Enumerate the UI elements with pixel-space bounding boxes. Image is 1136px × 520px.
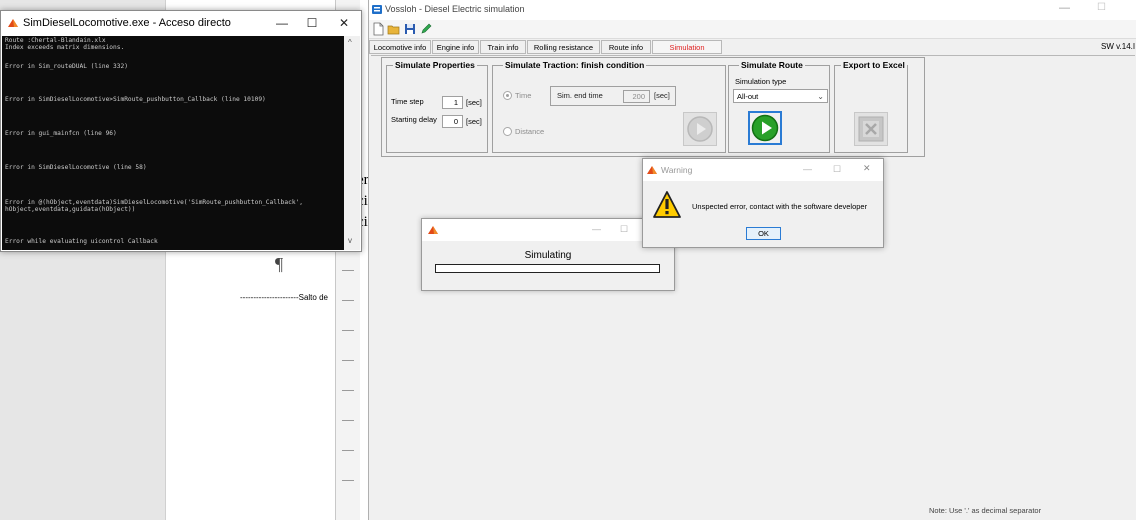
maximize-button[interactable]: ☐ — [1097, 2, 1106, 13]
console-line: Index exceeds matrix dimensions. — [5, 44, 125, 51]
open-folder-icon[interactable] — [387, 22, 401, 36]
scroll-up-icon[interactable]: ^ — [348, 38, 352, 47]
starting-delay-unit: [sec] — [466, 117, 482, 126]
minimize-button[interactable]: — — [1059, 2, 1070, 14]
console-line: Error in SimDieselLocomotive (line 58) — [5, 164, 147, 171]
starting-delay-input[interactable]: 0 — [442, 115, 463, 128]
console-titlebar[interactable]: SimDieselLocomotive.exe - Acceso directo… — [1, 11, 361, 36]
sim-end-time-unit: [sec] — [654, 91, 670, 100]
simulate-traction-button[interactable] — [683, 112, 717, 146]
tab-rolling-resistance[interactable]: Rolling resistance — [527, 40, 600, 54]
console-scrollbar[interactable]: ^ v — [344, 36, 360, 250]
simulate-route-group: Simulate Route Simulation type All-out ⌄ — [728, 60, 830, 153]
new-file-icon[interactable] — [371, 22, 385, 36]
console-output: Route :Chertal-Blandain.xlx Index exceed… — [2, 36, 344, 250]
export-to-excel-group: Export to Excel — [834, 60, 908, 153]
time-step-input[interactable]: 1 — [442, 96, 463, 109]
sim-end-time-label: Sim. end time — [557, 91, 603, 100]
scroll-down-icon[interactable]: v — [348, 236, 352, 245]
save-icon[interactable] — [403, 22, 417, 36]
ok-button[interactable]: OK — [746, 227, 781, 240]
maximize-button[interactable]: ☐ — [620, 224, 628, 235]
sim-end-time-input[interactable]: 200 — [623, 90, 650, 103]
matlab-app-icon — [647, 166, 657, 174]
simulate-route-button[interactable] — [748, 111, 782, 145]
group-title: Simulate Properties — [393, 60, 477, 70]
software-version: SW v.14.I — [1101, 42, 1136, 51]
window-title: Vossloh - Diesel Electric simulation — [385, 4, 525, 14]
simulate-traction-group: Simulate Traction: finish condition Time… — [492, 60, 726, 153]
distance-radio-label: Distance — [515, 127, 545, 136]
time-step-unit: [sec] — [466, 98, 482, 107]
sim-end-time-box: Sim. end time 200 [sec] — [550, 86, 676, 106]
simulation-type-value: All-out — [737, 92, 759, 101]
tab-locomotive-info[interactable]: Locomotive info — [369, 40, 431, 54]
export-excel-button[interactable] — [854, 112, 888, 146]
tab-engine-info[interactable]: Engine info — [432, 40, 479, 54]
time-step-label: Time step — [391, 97, 424, 106]
simulation-panel: Simulate Properties Time step 1 [sec] St… — [381, 57, 925, 157]
play-icon — [751, 114, 779, 142]
console-line: Error in Sim_routeDUAL (line 332) — [5, 63, 128, 70]
matlab-app-icon — [428, 226, 438, 234]
console-line: Error while evaluating uicontrol Callbac… — [5, 238, 158, 245]
tab-simulation[interactable]: Simulation — [652, 40, 722, 54]
group-title: Simulate Traction: finish condition — [503, 60, 647, 70]
console-window: SimDieselLocomotive.exe - Acceso directo… — [0, 10, 362, 252]
decimal-separator-note: Note: Use '.' as decimal separator — [929, 506, 1042, 515]
distance-radio[interactable] — [503, 127, 512, 136]
chevron-down-icon: ⌄ — [817, 92, 824, 101]
simulation-type-select[interactable]: All-out ⌄ — [733, 89, 828, 103]
page-break-marker: ----------------------Salto de — [240, 293, 328, 302]
simulating-label: Simulating — [524, 250, 572, 261]
dialog-titlebar[interactable]: — ☐ — [422, 219, 674, 241]
main-titlebar[interactable]: Vossloh - Diesel Electric simulation — ☐ — [369, 0, 1136, 20]
dialog-titlebar[interactable]: Warning — ☐ ✕ — [643, 159, 883, 181]
console-line: Error in gui_mainfcn (line 96) — [5, 130, 117, 137]
edit-pen-icon[interactable] — [419, 22, 433, 36]
close-button[interactable]: ✕ — [331, 14, 357, 32]
console-title: SimDieselLocomotive.exe - Acceso directo — [23, 17, 231, 29]
tab-route-info[interactable]: Route info — [601, 40, 651, 54]
toolbar — [369, 20, 1136, 39]
minimize-button[interactable]: — — [592, 224, 601, 234]
maximize-button[interactable]: ☐ — [299, 14, 325, 32]
maximize-button[interactable]: ☐ — [833, 164, 841, 175]
group-title: Simulate Route — [739, 60, 805, 70]
time-radio[interactable] — [503, 91, 512, 100]
simulating-dialog: — ☐ Simulating — [421, 218, 675, 291]
dialog-title: Warning — [661, 165, 693, 175]
matlab-app-icon — [8, 19, 18, 27]
simulate-properties-group: Simulate Properties Time step 1 [sec] St… — [386, 60, 488, 153]
app-icon — [372, 5, 382, 14]
excel-icon — [858, 116, 884, 142]
warning-dialog: Warning — ☐ ✕ Unspected error, contact w… — [642, 158, 884, 248]
warning-icon — [653, 191, 681, 218]
console-line: Error in SimDieselLocomotive>SimRoute_pu… — [5, 96, 266, 103]
minimize-button[interactable]: — — [269, 14, 295, 32]
tab-strip: Locomotive info Engine info Train info R… — [369, 40, 1136, 56]
minimize-button[interactable]: — — [803, 164, 812, 174]
progress-bar — [435, 264, 660, 273]
tab-train-info[interactable]: Train info — [480, 40, 526, 54]
console-line: hObject,eventdata,guidata(hObject)) — [5, 206, 136, 213]
simulation-type-label: Simulation type — [735, 77, 787, 86]
time-radio-label: Time — [515, 91, 532, 100]
play-icon — [687, 116, 713, 142]
pilcrow-mark: ¶ — [275, 254, 284, 274]
close-button[interactable]: ✕ — [863, 163, 871, 174]
warning-message: Unspected error, contact with the softwa… — [692, 202, 868, 211]
starting-delay-label: Starting delay — [391, 115, 437, 124]
group-title: Export to Excel — [841, 60, 907, 70]
